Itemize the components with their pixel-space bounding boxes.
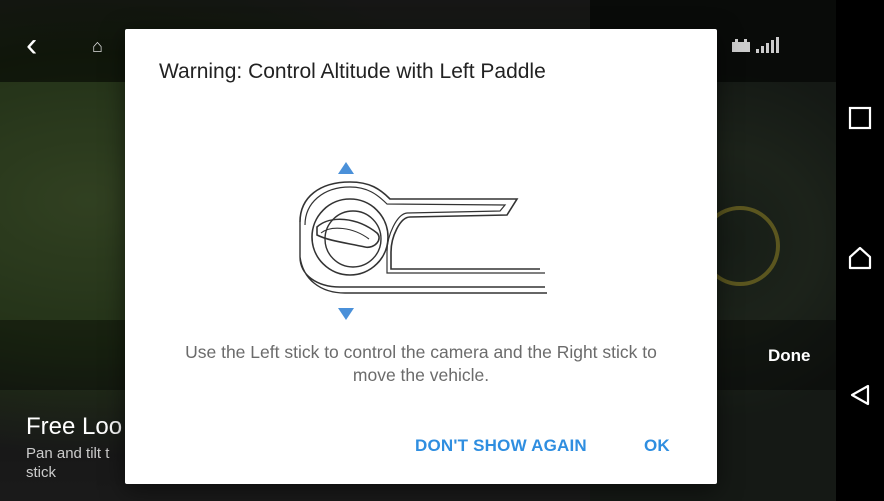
left-paddle-illustration [295, 157, 555, 327]
up-arrow-icon [338, 162, 354, 174]
dialog-title: Warning: Control Altitude with Left Padd… [159, 60, 546, 83]
down-arrow-icon [338, 308, 354, 320]
dialog-message: Use the Left stick to control the camera… [185, 342, 657, 385]
ok-button[interactable]: OK [644, 436, 670, 456]
home-nav-button[interactable] [836, 238, 884, 278]
home-outline-icon [848, 246, 872, 270]
done-button[interactable]: Done [768, 346, 811, 366]
flight-mode-description: Pan and tilt t stick [26, 445, 110, 481]
dont-show-again-button[interactable]: DON'T SHOW AGAIN [415, 436, 587, 456]
controller-signal-icon [732, 36, 784, 57]
android-navigation-bar [836, 0, 884, 501]
square-icon [848, 106, 872, 130]
back-arrow-icon[interactable]: ‹ [26, 28, 37, 62]
flight-mode-title: Free Loo [26, 413, 123, 440]
home-icon[interactable]: ⌂ [92, 36, 103, 57]
back-nav-button[interactable] [836, 375, 884, 415]
altitude-warning-dialog: Warning: Control Altitude with Left Padd… [125, 29, 717, 484]
triangle-back-icon [850, 384, 870, 406]
recent-apps-button[interactable] [836, 98, 884, 138]
